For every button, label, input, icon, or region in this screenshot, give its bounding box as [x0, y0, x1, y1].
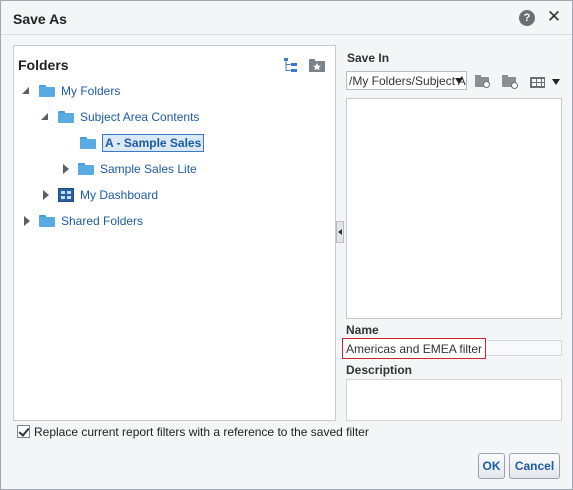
replace-filter-label: Replace current report filters with a re…	[34, 425, 369, 439]
name-field[interactable]: Americas and EMEA filter	[342, 338, 486, 359]
tree-item-sample-sales-lite[interactable]: Sample Sales Lite	[60, 159, 197, 179]
folder-icon	[39, 85, 55, 97]
close-icon[interactable]: ✕	[546, 7, 562, 27]
tree-item-label: A - Sample Sales	[102, 134, 205, 152]
description-label: Description	[346, 363, 413, 377]
tree-item-a-sample-sales[interactable]: A - Sample Sales	[62, 133, 205, 153]
tree-item-subject-area-contents[interactable]: Subject Area Contents	[40, 107, 199, 127]
dialog-titlebar: Save As ? ✕	[1, 1, 572, 35]
tree-item-label: My Folders	[61, 84, 121, 98]
help-icon[interactable]: ?	[519, 10, 535, 26]
save-as-dialog: Save As ? ✕ Folders My Folders Subject A…	[0, 0, 573, 490]
folders-title: Folders	[18, 57, 69, 73]
tree-item-label: Subject Area Contents	[80, 110, 200, 124]
panel-collapse-splitter[interactable]	[336, 221, 344, 243]
expand-toggle-icon[interactable]	[21, 215, 33, 227]
tree-item-my-dashboard[interactable]: My Dashboard	[40, 185, 158, 205]
tree-item-label: Sample Sales Lite	[100, 162, 197, 176]
tree-item-label: Shared Folders	[61, 214, 144, 228]
dialog-title: Save As	[13, 11, 67, 27]
folder-contents-area[interactable]	[346, 98, 562, 319]
expand-toggle-icon[interactable]	[60, 163, 72, 175]
tree-item-label: My Dashboard	[80, 188, 159, 202]
save-in-select[interactable]: /My Folders/Subject Area Contents/A - Sa…	[346, 71, 467, 90]
expand-toggle-icon[interactable]	[40, 189, 52, 201]
replace-filter-checkbox[interactable]	[17, 425, 30, 438]
folder-icon	[39, 215, 55, 227]
save-in-label: Save In	[347, 51, 390, 65]
tree-item-shared-folders[interactable]: Shared Folders	[21, 211, 143, 231]
name-field-extension[interactable]	[486, 340, 562, 356]
expand-toggle-icon[interactable]	[21, 85, 33, 97]
tree-view-icon[interactable]	[282, 56, 300, 74]
folder-icon	[58, 111, 74, 123]
ok-button[interactable]: OK	[478, 453, 505, 479]
view-icon[interactable]	[530, 74, 548, 90]
favorites-folder-icon[interactable]	[308, 56, 326, 74]
new-folder-options-icon[interactable]	[501, 74, 519, 90]
folder-icon	[78, 163, 94, 175]
dashboard-icon	[58, 188, 74, 202]
name-label: Name	[346, 323, 379, 337]
tree-item-my-folders[interactable]: My Folders	[21, 81, 120, 101]
expand-toggle-icon[interactable]	[40, 111, 52, 123]
folder-icon	[80, 137, 96, 149]
view-dropdown-icon[interactable]	[552, 79, 560, 85]
cancel-button[interactable]: Cancel	[509, 453, 560, 479]
folders-panel: Folders My Folders Subject Area Contents…	[13, 45, 336, 421]
description-field[interactable]	[346, 379, 562, 421]
new-folder-icon[interactable]	[474, 74, 492, 90]
chevron-down-icon[interactable]	[455, 78, 463, 84]
